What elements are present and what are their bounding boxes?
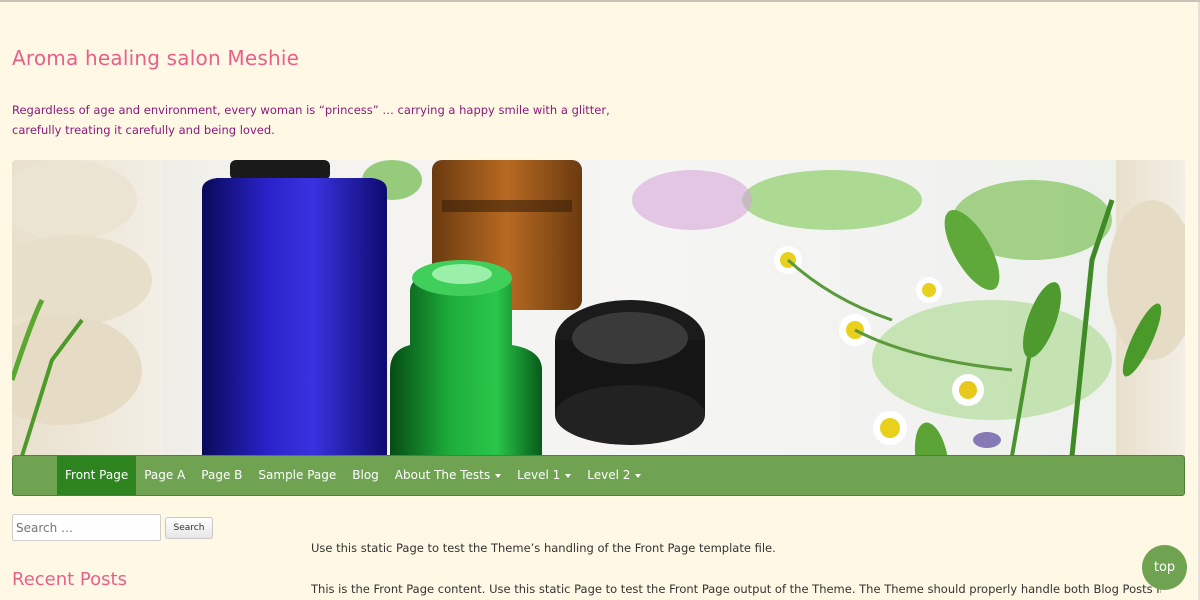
nav-item-label: Blog <box>352 468 379 482</box>
content-paragraph-2: This is the Front Page content. Use this… <box>311 582 1161 596</box>
nav-item-label: Level 1 <box>517 468 561 482</box>
nav-item-sample-page[interactable]: Sample Page <box>250 456 344 495</box>
site-title[interactable]: Aroma healing salon Meshie <box>12 46 299 70</box>
nav-item-label: About The Tests <box>394 468 491 482</box>
aroma-bottles-photo <box>12 160 1185 456</box>
nav-item-label: Page B <box>201 468 243 482</box>
search-input[interactable] <box>12 514 161 541</box>
site-tagline: Regardless of age and environment, every… <box>12 100 612 140</box>
nav-item-about-the-tests[interactable]: About The Tests <box>387 456 509 495</box>
caret-down-icon <box>565 473 572 478</box>
nav-item-level-1[interactable]: Level 1 <box>509 456 579 495</box>
search-button[interactable]: Search <box>165 517 213 539</box>
caret-down-icon <box>635 473 642 478</box>
recent-posts-title: Recent Posts <box>12 569 127 590</box>
main-navigation: Front Page Page A Page B Sample Page Blog Abo… <box>12 455 1185 496</box>
nav-item-label: Page A <box>144 468 186 482</box>
content-paragraph-1: Use this static Page to test the Theme’s… <box>311 541 776 555</box>
nav-menu: Front Page Page A Page B Sample Page Blog Abo… <box>57 456 649 495</box>
browser-top-border <box>0 0 1200 2</box>
header-image <box>12 160 1185 456</box>
nav-item-label: Sample Page <box>258 468 337 482</box>
nav-item-label: Front Page <box>65 468 129 482</box>
caret-down-icon <box>495 473 502 478</box>
tagline-line-2: carefully treating it carefully and bein… <box>12 123 275 137</box>
nav-item-page-a[interactable]: Page A <box>136 456 193 495</box>
back-to-top-button[interactable]: top <box>1142 545 1187 590</box>
nav-item-label: Level 2 <box>587 468 631 482</box>
nav-item-blog[interactable]: Blog <box>344 456 387 495</box>
nav-item-level-2[interactable]: Level 2 <box>579 456 649 495</box>
nav-item-page-b[interactable]: Page B <box>193 456 250 495</box>
tagline-line-1: Regardless of age and environment, every… <box>12 103 610 117</box>
nav-item-front-page[interactable]: Front Page <box>57 456 137 495</box>
